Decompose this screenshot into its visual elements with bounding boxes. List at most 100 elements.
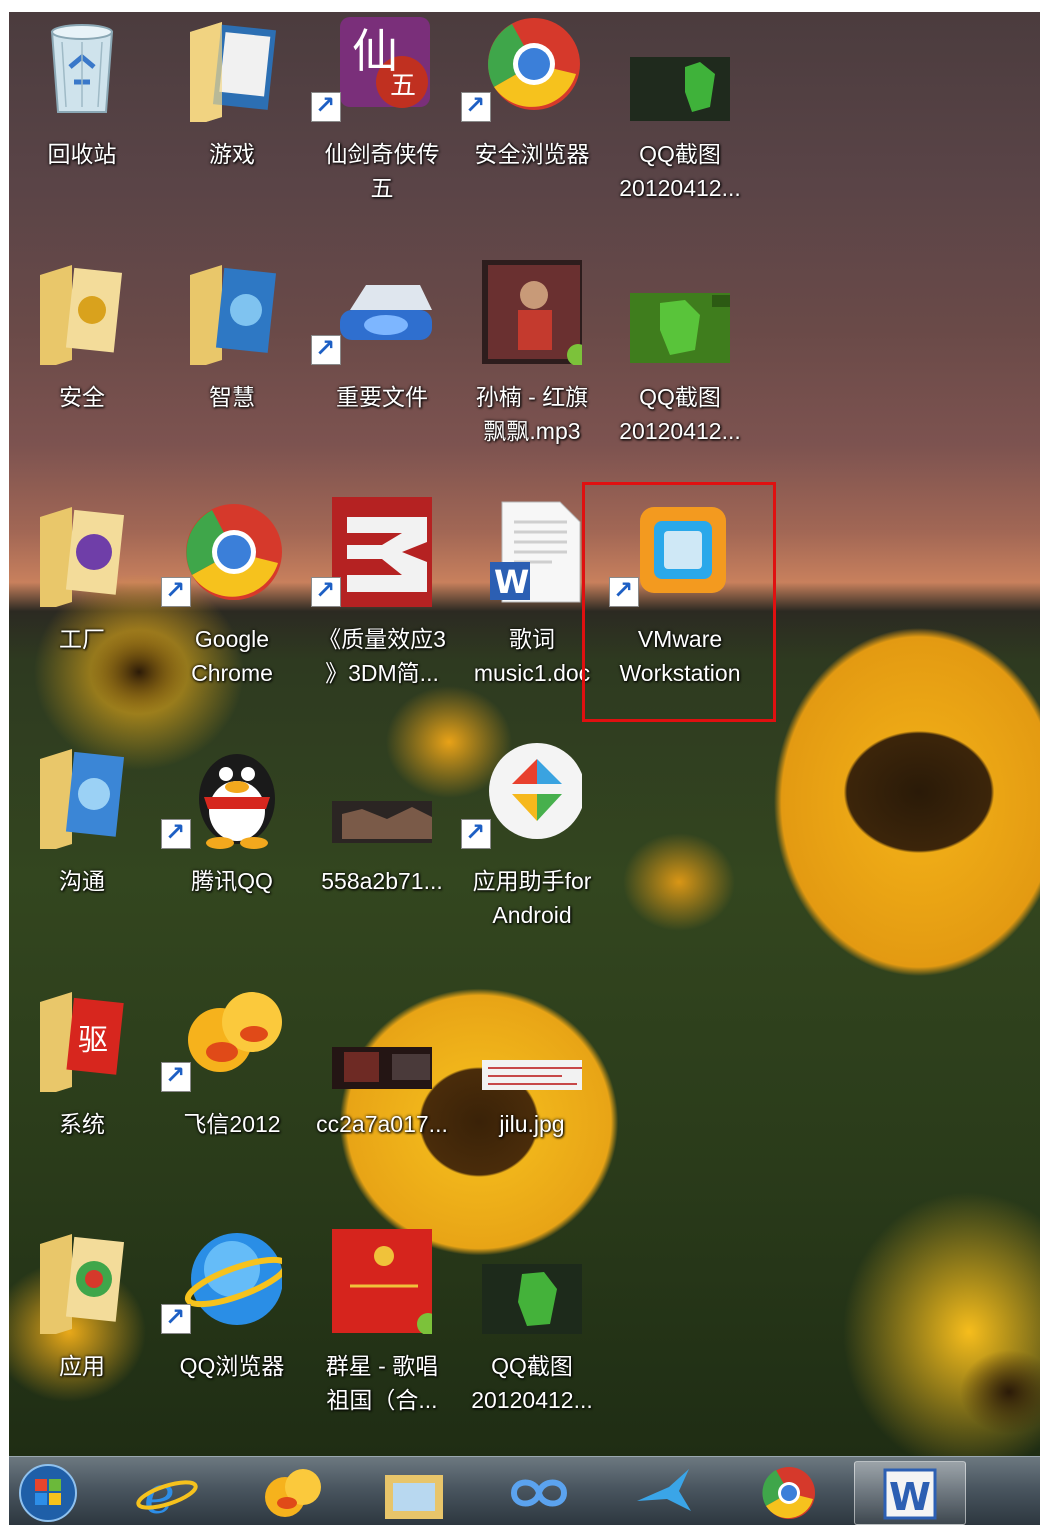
- fetion-icon: [188, 992, 282, 1072]
- desktop-icon-label: 重要文件: [336, 384, 428, 410]
- folder-icon: [190, 265, 277, 365]
- browser-icon: [488, 18, 580, 110]
- desktop-icon-apps-folder[interactable]: 应用: [9, 1224, 155, 1454]
- desktop-icon-label: Google Chrome: [191, 626, 273, 686]
- desktop-icon-label: 应用: [59, 1353, 105, 1379]
- shortcut-arrow-icon: [311, 91, 341, 122]
- recycle-bin-icon: [50, 24, 114, 113]
- taskbar-file-explorer[interactable]: [379, 1461, 449, 1523]
- desktop-icon-label: QQ截图 20120412...: [619, 384, 741, 444]
- game-shortcut-icon: 仙 五: [340, 17, 430, 108]
- chrome-icon: [186, 504, 282, 600]
- svg-text:仙: 仙: [352, 24, 398, 78]
- desktop-icon-google-chrome[interactable]: Google Chrome: [159, 497, 305, 727]
- desktop-icon-558a2b71[interactable]: 558a2b71...: [309, 739, 455, 969]
- highlight-box: [582, 482, 776, 722]
- desktop-icon-label: QQ截图 20120412...: [619, 141, 741, 201]
- desktop-icon-label: 飞信2012: [183, 1111, 281, 1137]
- desktop-icon-app-assistant-android[interactable]: 应用助手for Android: [459, 739, 605, 969]
- desktop-icon-label: 仙剑奇侠传 五: [324, 141, 440, 201]
- desktop-icon-label: 腾讯QQ: [191, 868, 273, 894]
- shortcut-arrow-icon: [161, 818, 191, 849]
- file-explorer-icon: [385, 1475, 443, 1519]
- folder-icon: [40, 749, 125, 849]
- svg-text:驱: 驱: [78, 1023, 108, 1058]
- folder-icon: [40, 265, 123, 365]
- game-shortcut-icon: [332, 497, 432, 607]
- desktop-icon-qq-screenshot-1[interactable]: QQ截图 20120412...: [607, 12, 753, 242]
- qq-browser-icon: [184, 1233, 282, 1325]
- desktop-icon-label: QQ截图 20120412...: [471, 1353, 593, 1413]
- desktop-icon-label: jilu.jpg: [499, 1111, 565, 1137]
- desktop-icon-recycle-bin[interactable]: 回收站: [9, 12, 155, 242]
- image-thumbnail-icon: [332, 1047, 432, 1089]
- desktop-icon-label: QQ浏览器: [179, 1353, 285, 1379]
- audio-file-icon: [482, 260, 582, 365]
- desktop-icon-label: 游戏: [209, 141, 255, 167]
- desktop-icon-mp3-gechang-zuguo[interactable]: 群星 - 歌唱 祖国（合...: [309, 1224, 455, 1454]
- image-thumbnail-icon: [332, 801, 432, 843]
- desktop-icon-security-folder[interactable]: 安全: [9, 255, 155, 485]
- desktop-icon-label: 应用助手for Android: [472, 868, 592, 928]
- taskbar-bird-app[interactable]: [629, 1461, 699, 1523]
- bird-app-icon: [637, 1469, 691, 1511]
- desktop-icon-label: 群星 - 歌唱 祖国（合...: [325, 1353, 439, 1413]
- desktop-icon-label: 智慧: [209, 384, 255, 410]
- chrome-icon: [762, 1467, 815, 1519]
- desktop-icon-mass-effect-3[interactable]: 《质量效应3 》3DM简...: [309, 497, 455, 727]
- desktop-icon-label: 回收站: [47, 141, 117, 167]
- desktop-icon-qq-screenshot-3[interactable]: QQ截图 20120412...: [459, 1224, 605, 1454]
- desktop-icon-wisdom-folder[interactable]: 智慧: [159, 255, 305, 485]
- image-thumbnail-icon: [630, 293, 730, 363]
- desktop-icon-xianjian5[interactable]: 仙 五 仙剑奇侠传 五: [309, 12, 455, 242]
- word-icon: W: [883, 1468, 937, 1520]
- desktop-icon-qq-browser[interactable]: QQ浏览器: [159, 1224, 305, 1454]
- desktop-icon-label: 孙楠 - 红旗 飘飘.mp3: [475, 384, 589, 444]
- shortcut-arrow-icon: [461, 818, 491, 849]
- folder-icon: [40, 507, 125, 607]
- svg-text:五: 五: [390, 71, 416, 101]
- shortcut-arrow-icon: [161, 576, 191, 607]
- image-thumbnail-icon: [630, 57, 730, 121]
- desktop-icon-jilu-jpg[interactable]: jilu.jpg: [459, 982, 605, 1212]
- taskbar-internet-explorer[interactable]: e: [132, 1461, 202, 1526]
- desktop-icon-label: cc2a7a017...: [316, 1111, 448, 1137]
- app-assistant-icon: [489, 743, 582, 839]
- svg-text:W: W: [889, 1475, 931, 1519]
- desktop-icon-label: 558a2b71...: [321, 868, 443, 894]
- desktop-icon-factory-folder[interactable]: 工厂: [9, 497, 155, 727]
- folder-icon: 驱: [40, 992, 124, 1092]
- desktop-wallpaper: 回收站 游戏 仙 五 仙剑奇侠传 五 安全浏览器: [9, 12, 1040, 1456]
- image-thumbnail-icon: [482, 1060, 582, 1090]
- desktop-icon-label: 安全: [59, 384, 105, 410]
- desktop-icon-label: 工厂: [59, 626, 105, 652]
- desktop-icon-games-folder[interactable]: 游戏: [159, 12, 305, 242]
- desktop-icon-safe-browser[interactable]: 安全浏览器: [459, 12, 605, 242]
- desktop-icon-important-files[interactable]: 重要文件: [309, 255, 455, 485]
- taskbar-infinity-app[interactable]: [504, 1461, 574, 1523]
- desktop-icon-mp3-hongqi[interactable]: 孙楠 - 红旗 飘飘.mp3: [459, 255, 605, 485]
- qq-penguin-icon: [199, 754, 275, 849]
- desktop-icon-label: 《质量效应3 》3DM简...: [318, 626, 446, 686]
- shortcut-arrow-icon: [161, 1303, 191, 1334]
- desktop-icon-cc2a7a017[interactable]: cc2a7a017...: [309, 982, 455, 1212]
- taskbar-chrome[interactable]: [754, 1461, 824, 1523]
- desktop-icon-tencent-qq[interactable]: 腾讯QQ: [159, 739, 305, 969]
- desktop-icon-communication-folder[interactable]: 沟通: [9, 739, 155, 969]
- shortcut-arrow-icon: [311, 576, 341, 607]
- desktop-icon-system-folder[interactable]: 驱 系统: [9, 982, 155, 1212]
- desktop-icon-label: 系统: [59, 1111, 105, 1137]
- shortcut-arrow-icon: [311, 334, 341, 365]
- folder-icon: [190, 22, 277, 122]
- internet-explorer-icon: e: [136, 1466, 198, 1526]
- desktop-icon-fetion-2012[interactable]: 飞信2012: [159, 982, 305, 1212]
- desktop-icon-qq-screenshot-2[interactable]: QQ截图 20120412...: [607, 255, 753, 485]
- svg-text:W: W: [494, 563, 529, 601]
- word-document-icon: W: [490, 501, 581, 603]
- drive-shortcut-icon: [340, 285, 432, 340]
- desktop-icon-label: 沟通: [59, 868, 105, 894]
- taskbar-word[interactable]: W: [854, 1461, 966, 1525]
- taskbar-fetion[interactable]: [257, 1461, 327, 1523]
- fetion-icon: [265, 1469, 321, 1517]
- start-button[interactable]: [13, 1461, 83, 1523]
